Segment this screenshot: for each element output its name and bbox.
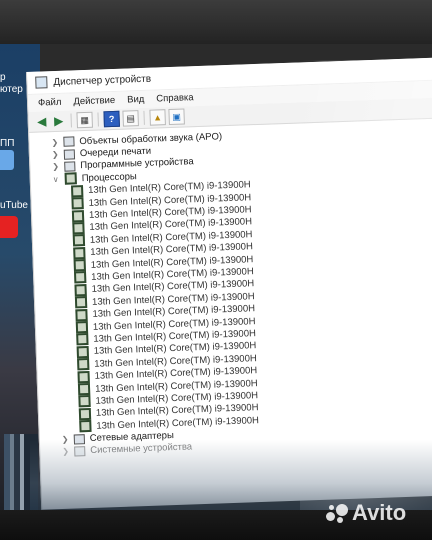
software-device-icon <box>64 161 76 172</box>
processor-icon <box>71 209 85 223</box>
processor-icon <box>77 382 91 396</box>
processor-icon <box>71 197 84 210</box>
desktop-icon-label: р <box>0 72 6 83</box>
chevron-right-icon[interactable]: ❯ <box>51 137 61 147</box>
system-device-icon <box>74 446 86 457</box>
processor-icon <box>78 395 91 408</box>
menu-file[interactable]: Файл <box>38 97 62 109</box>
processor-icon <box>75 321 89 334</box>
properties-icon[interactable]: ▦ <box>76 111 93 129</box>
device-manager-window[interactable]: Диспетчер устройств Файл Действие Вид Сп… <box>26 57 432 510</box>
help-icon[interactable]: ? <box>103 110 120 128</box>
desktop-icon-label: uTube <box>0 200 28 211</box>
tree-item-label: Процессоры <box>81 171 137 184</box>
window-title: Диспетчер устройств <box>53 73 152 88</box>
printer-icon <box>63 148 76 160</box>
processor-list: 13th Gen Intel(R) Core(TM) i9-13900H 13th… <box>53 172 432 433</box>
chevron-right-icon[interactable]: ❯ <box>52 150 62 159</box>
avito-watermark: Avito <box>326 500 406 526</box>
forward-arrow-icon[interactable]: ▶ <box>51 114 65 128</box>
console-tree-icon[interactable]: ▤ <box>122 110 139 127</box>
processor-icon <box>75 308 88 322</box>
desktop-icon-label: ПП <box>0 138 15 149</box>
avito-watermark-text: Avito <box>352 500 407 525</box>
processor-icon <box>74 283 87 297</box>
processor-icon <box>74 296 88 309</box>
folder-icon[interactable] <box>0 150 14 170</box>
chevron-right-icon[interactable]: ❯ <box>62 435 72 444</box>
processor-icon <box>72 221 85 235</box>
network-adapter-icon <box>73 433 86 445</box>
wallpaper-city-towers <box>4 434 38 514</box>
audio-processing-icon <box>63 136 75 147</box>
processor-icon <box>70 184 84 198</box>
chevron-right-icon[interactable]: ❯ <box>62 447 72 456</box>
chevron-right-icon[interactable]: ❯ <box>52 162 62 171</box>
toolbar-separator <box>143 110 145 125</box>
toolbar-separator <box>97 112 99 127</box>
processor-icon <box>73 246 86 260</box>
processor-icon <box>77 358 90 371</box>
menu-view[interactable]: Вид <box>127 94 145 106</box>
scan-hardware-monitor-icon[interactable]: ▣ <box>168 108 185 126</box>
device-manager-icon <box>35 76 48 89</box>
tree-item-label: Системные устройства <box>90 441 193 457</box>
processor-icon <box>76 333 89 346</box>
processor-icon <box>74 271 87 284</box>
desktop-icon-label: ютер <box>0 84 23 95</box>
menu-help[interactable]: Справка <box>156 92 194 104</box>
device-tree: ❯ Объекты обработки звука (APO) ❯ Очеред… <box>29 119 432 459</box>
processor-icon <box>78 407 92 421</box>
processor-icon <box>64 172 77 186</box>
processor-icon <box>73 259 86 272</box>
toolbar-separator <box>70 113 72 128</box>
youtube-icon[interactable] <box>0 216 18 238</box>
avito-logo-icon <box>326 502 348 524</box>
processor-icon <box>72 234 86 247</box>
back-arrow-icon[interactable]: ◀ <box>34 114 48 128</box>
menu-action[interactable]: Действие <box>73 95 115 107</box>
monitor-bezel-top <box>0 0 432 44</box>
processor-icon <box>79 420 92 433</box>
update-driver-icon[interactable]: ▲ <box>149 109 166 126</box>
processor-icon <box>76 345 90 359</box>
chevron-down-icon[interactable]: ∨ <box>53 175 63 184</box>
processor-icon <box>77 370 90 383</box>
